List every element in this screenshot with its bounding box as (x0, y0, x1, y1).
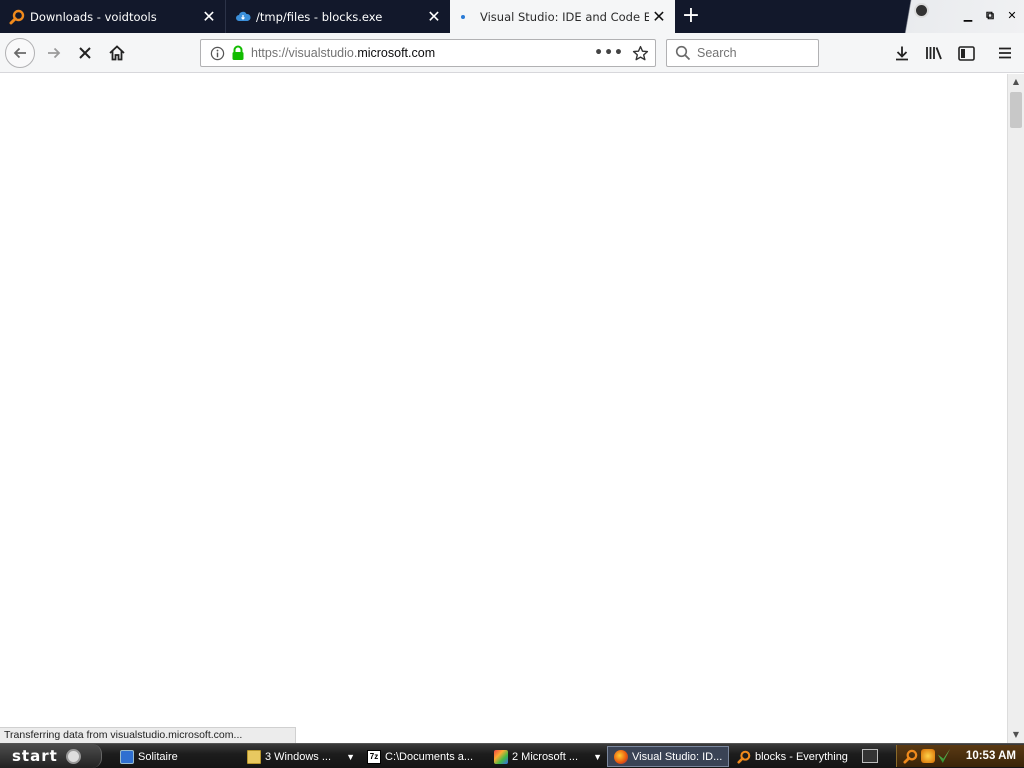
forward-button[interactable] (40, 39, 68, 67)
window-controls: ▁ ⧉ ✕ (900, 0, 1024, 33)
menu-button[interactable] (991, 39, 1019, 67)
status-panel: Transferring data from visualstudio.micr… (0, 727, 296, 743)
downloads-button[interactable] (888, 39, 916, 67)
url-domain: microsoft.com (357, 46, 436, 60)
library-button[interactable] (920, 39, 948, 67)
info-icon[interactable] (210, 46, 225, 61)
bookmark-star-icon[interactable] (632, 45, 649, 62)
magnifier-icon (9, 9, 25, 25)
tab-downloads-voidtools[interactable]: Downloads - voidtools ✕ (0, 0, 225, 33)
private-mask-icon (914, 3, 929, 18)
firefox-icon (614, 749, 628, 764)
start-button[interactable]: start (0, 744, 102, 768)
taskbar-item-7zip[interactable]: 7z C:\Documents a... (361, 746, 485, 767)
checkmark-tray-icon[interactable] (938, 749, 950, 763)
tab-title: Visual Studio: IDE and Code Editor (480, 9, 649, 24)
page-actions-icon[interactable]: ••• (594, 45, 624, 61)
taskbar-item-blocks-everything[interactable]: blocks - Everything (731, 746, 855, 767)
page-content[interactable] (0, 74, 1007, 743)
search-input[interactable] (697, 46, 807, 60)
back-button[interactable] (5, 38, 35, 68)
taskbar-item-label: 2 Microsoft ... (512, 750, 579, 763)
clock[interactable]: 10:53 AM (966, 750, 1016, 762)
tab-visual-studio[interactable]: Visual Studio: IDE and Code Editor ✕ (450, 0, 675, 33)
search-icon (675, 45, 691, 61)
stop-button[interactable] (71, 39, 99, 67)
back-arrow-icon (13, 47, 26, 59)
stop-x-icon (79, 47, 91, 59)
home-button[interactable] (103, 39, 131, 67)
windows-orb-icon (65, 748, 81, 764)
everything-tray-icon[interactable] (903, 749, 918, 764)
solitaire-icon (120, 749, 134, 764)
scroll-down-arrow-icon[interactable]: ▼ (1008, 727, 1024, 743)
url-prefix: https://visualstudio. (251, 46, 358, 60)
taskbar-item-microsoft-group[interactable]: 2 Microsoft ... ▼ (488, 746, 606, 767)
hamburger-menu-icon (999, 47, 1011, 59)
system-tray: 10:53 AM (896, 745, 1024, 767)
flower-tray-icon[interactable] (921, 749, 935, 763)
close-icon[interactable]: ✕ (199, 7, 219, 27)
taskbar-item-label: blocks - Everything (755, 750, 848, 763)
download-arrow-icon (896, 46, 908, 61)
scroll-up-arrow-icon[interactable]: ▲ (1008, 74, 1024, 90)
app-icon (494, 749, 508, 764)
taskbar-item-windows-group[interactable]: 3 Windows ... ▼ (241, 746, 359, 767)
search-bar[interactable] (666, 39, 819, 67)
tab-title: /tmp/files - blocks.exe (256, 9, 383, 24)
tab-title: Downloads - voidtools (30, 9, 157, 24)
loading-dot-icon (459, 9, 475, 25)
vertical-scrollbar[interactable]: ▲ ▼ (1007, 74, 1024, 743)
taskbar-item-label: Visual Studio: ID... (632, 750, 723, 763)
close-icon[interactable]: ✕ (424, 7, 444, 27)
scrollbar-thumb[interactable] (1010, 92, 1022, 128)
taskbar: start Solitaire 3 Windows ... ▼ 7z C:\Do… (0, 743, 1024, 768)
tab-strip: Downloads - voidtools ✕ /tmp/files - blo… (0, 0, 1024, 33)
new-tab-button[interactable]: + (678, 4, 704, 30)
magnifier-icon (737, 750, 751, 764)
tab-tmp-files[interactable]: /tmp/files - blocks.exe ✕ (225, 0, 450, 33)
home-icon (109, 45, 125, 61)
sidebar-icon (957, 45, 975, 61)
keyboard-icon[interactable] (862, 749, 878, 763)
group-arrow-icon: ▼ (593, 751, 602, 762)
taskbar-item-visual-studio[interactable]: Visual Studio: ID... (607, 746, 729, 767)
7zip-icon: 7z (367, 749, 381, 764)
group-arrow-icon: ▼ (346, 751, 355, 762)
lock-icon[interactable] (231, 45, 245, 61)
restore-button[interactable]: ⧉ (982, 7, 998, 25)
close-icon[interactable]: ✕ (649, 7, 669, 27)
url-text: https://visualstudio.microsoft.com (251, 46, 435, 60)
taskbar-item-label: C:\Documents a... (385, 750, 474, 763)
cloud-icon (235, 9, 251, 25)
taskbar-item-label: Solitaire (138, 750, 178, 763)
close-window-button[interactable]: ✕ (1004, 7, 1020, 25)
minimize-button[interactable]: ▁ (960, 7, 976, 25)
start-label: start (12, 747, 58, 765)
forward-arrow-icon (48, 47, 61, 59)
navigation-toolbar: https://visualstudio.microsoft.com ••• (0, 33, 1024, 73)
sidebar-button[interactable] (952, 39, 980, 67)
folder-icon (247, 749, 261, 764)
url-bar[interactable]: https://visualstudio.microsoft.com ••• (200, 39, 656, 67)
taskbar-item-label: 3 Windows ... (265, 750, 332, 763)
taskbar-item-solitaire[interactable]: Solitaire (114, 746, 238, 767)
library-icon (926, 47, 942, 60)
